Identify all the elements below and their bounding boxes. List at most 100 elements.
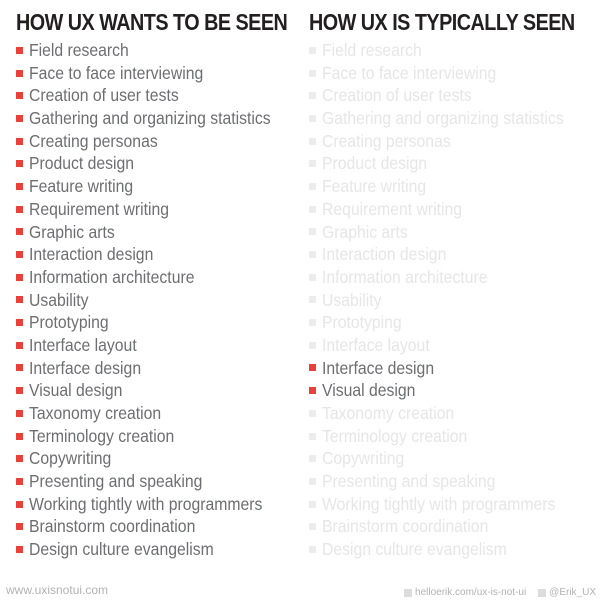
square-bullet-icon — [309, 500, 316, 508]
footer-credits: helloerik.com/ux-is-not-ui @Erik_UX — [404, 587, 596, 598]
list-item: Feature writing — [16, 175, 300, 198]
list-item: Visual design — [309, 379, 600, 402]
linkedin-icon — [404, 588, 413, 597]
list-item: Creating personas — [16, 130, 300, 153]
list-item-label: Interaction design — [29, 244, 154, 265]
list-item-label: Interaction design — [322, 244, 447, 265]
list-item-label: Copywriting — [29, 448, 112, 469]
list-item: Product design — [309, 152, 600, 175]
list-item-label: Design culture evangelism — [29, 539, 214, 560]
typically-list: Field research Face to face interviewing C… — [309, 39, 600, 561]
square-bullet-icon — [16, 455, 23, 463]
list-item-label: Requirement writing — [29, 198, 170, 219]
square-bullet-icon — [16, 182, 23, 190]
square-bullet-icon — [16, 251, 23, 259]
square-bullet-icon — [309, 319, 316, 327]
list-item: Usability — [16, 289, 300, 312]
square-bullet-icon — [309, 387, 316, 395]
square-bullet-icon — [309, 69, 316, 77]
list-item: Visual design — [16, 379, 300, 402]
square-bullet-icon — [16, 160, 23, 168]
square-bullet-icon — [309, 455, 316, 463]
square-bullet-icon — [16, 319, 23, 327]
square-bullet-icon — [16, 273, 23, 281]
list-item: Working tightly with programmers — [309, 493, 600, 516]
square-bullet-icon — [16, 409, 23, 417]
square-bullet-icon — [309, 273, 316, 281]
list-item: Graphic arts — [309, 221, 600, 244]
list-item-label: Copywriting — [322, 448, 405, 469]
list-item-label: Usability — [29, 289, 89, 310]
list-item: Field research — [309, 39, 600, 62]
wants-list: Field research Face to face interviewing C… — [16, 39, 300, 561]
list-item-label: Terminology creation — [322, 425, 468, 446]
list-item: Presenting and speaking — [309, 470, 600, 493]
list-item: Prototyping — [309, 311, 600, 334]
square-bullet-icon — [16, 205, 23, 213]
list-item-label: Field research — [322, 40, 422, 60]
twitter-icon — [538, 588, 547, 597]
list-item: Creation of user tests — [309, 84, 600, 107]
square-bullet-icon — [16, 114, 23, 122]
list-item: Feature writing — [309, 175, 600, 198]
square-bullet-icon — [309, 160, 316, 168]
article-link[interactable]: helloerik.com/ux-is-not-ui — [415, 587, 526, 598]
square-bullet-icon — [16, 92, 23, 100]
list-item-label: Working tightly with programmers — [322, 493, 556, 514]
list-item-label: Face to face interviewing — [29, 62, 204, 83]
twitter-handle[interactable]: @Erik_UX — [549, 587, 596, 598]
list-item-label: Gathering and organizing statistics — [29, 108, 271, 129]
list-item-label: Taxonomy creation — [29, 403, 162, 423]
list-item-label: Interface design — [29, 357, 142, 378]
list-item: Brainstorm coordination — [309, 515, 600, 538]
list-item: Interface design — [16, 357, 300, 380]
list-item: Requirement writing — [309, 198, 600, 221]
list-item-label: Interface layout — [322, 334, 430, 355]
list-item-label: Presenting and speaking — [322, 471, 496, 492]
square-bullet-icon — [309, 477, 316, 485]
list-item-label: Visual design — [29, 380, 123, 401]
list-item-label: Information architecture — [322, 266, 488, 287]
list-item-label: Field research — [29, 40, 129, 60]
list-item: Gathering and organizing statistics — [16, 107, 300, 130]
list-item: Terminology creation — [309, 425, 600, 448]
square-bullet-icon — [16, 137, 23, 145]
list-item: Information architecture — [16, 266, 300, 289]
list-item-label: Prototyping — [29, 312, 109, 333]
list-item-label: Feature writing — [29, 176, 134, 197]
square-bullet-icon — [16, 387, 23, 395]
list-item-label: Brainstorm coordination — [29, 516, 196, 537]
list-item-label: Brainstorm coordination — [322, 516, 489, 537]
typically-column: HOW UX IS TYPICALLY SEEN Field research F… — [309, 8, 600, 561]
square-bullet-icon — [16, 500, 23, 508]
list-item: Interface layout — [309, 334, 600, 357]
list-item: Presenting and speaking — [16, 470, 300, 493]
square-bullet-icon — [16, 341, 23, 349]
list-item: Face to face interviewing — [309, 62, 600, 85]
list-item: Taxonomy creation — [16, 402, 300, 425]
list-item: Creation of user tests — [16, 84, 300, 107]
square-bullet-icon — [16, 477, 23, 485]
site-url[interactable]: www.uxisnotui.com — [6, 583, 108, 597]
list-item: Taxonomy creation — [309, 402, 600, 425]
list-item-label: Graphic arts — [29, 221, 115, 242]
list-item: Product design — [16, 152, 300, 175]
square-bullet-icon — [309, 364, 316, 372]
list-item-label: Interface layout — [29, 334, 137, 355]
list-item: Face to face interviewing — [16, 62, 300, 85]
list-item-label: Terminology creation — [29, 425, 175, 446]
square-bullet-icon — [16, 432, 23, 440]
square-bullet-icon — [16, 296, 23, 304]
list-item: Copywriting — [309, 447, 600, 470]
list-item-label: Creating personas — [322, 130, 451, 151]
square-bullet-icon — [16, 69, 23, 77]
list-item-label: Feature writing — [322, 176, 427, 197]
list-item-label: Graphic arts — [322, 221, 408, 242]
typically-heading: HOW UX IS TYPICALLY SEEN — [309, 9, 575, 35]
list-item-label: Requirement writing — [322, 198, 463, 219]
square-bullet-icon — [16, 46, 23, 54]
square-bullet-icon — [309, 432, 316, 440]
square-bullet-icon — [16, 228, 23, 236]
list-item-label: Face to face interviewing — [322, 62, 497, 83]
square-bullet-icon — [309, 545, 316, 553]
